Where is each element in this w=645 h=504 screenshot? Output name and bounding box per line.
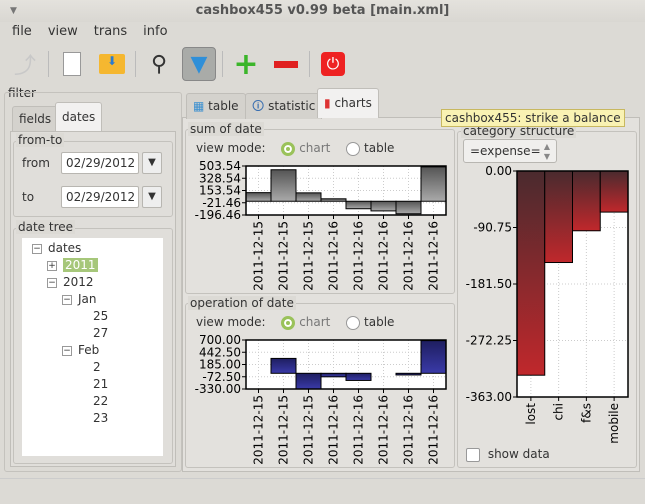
operation-bar	[345, 372, 372, 381]
y-tick-label: -330.00	[195, 382, 241, 396]
y-tick-label: -363.00	[466, 390, 512, 404]
x-tick-label: 2011-12-15	[302, 221, 316, 291]
operation-bar	[295, 372, 322, 390]
sum-bar	[270, 169, 297, 202]
operation-bar	[320, 372, 347, 378]
status-bar	[0, 478, 645, 504]
x-tick-label: 2011-12-16	[327, 221, 341, 291]
tooltip: cashbox455: strike a balance	[441, 109, 625, 127]
x-tick-label: 2011-12-15	[302, 395, 316, 465]
x-tick-label: mobile	[607, 403, 621, 444]
x-tick-label: f&s	[579, 403, 593, 423]
operation-bar	[395, 372, 422, 376]
x-tick-label: 2011-12-15	[277, 395, 291, 465]
sum-bar	[320, 198, 347, 202]
y-tick-label: -196.46	[195, 208, 241, 222]
sum-bar	[245, 192, 272, 202]
x-tick-label: 2011-12-15	[252, 395, 266, 465]
sum-bar	[370, 200, 397, 212]
x-tick-label: 2011-12-16	[427, 395, 441, 465]
x-tick-label: 2011-12-15	[252, 221, 266, 291]
sum-bar	[420, 166, 447, 202]
x-tick-label: 2011-12-16	[327, 395, 341, 465]
x-tick-label: 2011-12-16	[352, 395, 366, 465]
x-tick-label: 2011-12-16	[352, 221, 366, 291]
x-tick-label: 2011-12-15	[277, 221, 291, 291]
y-tick-label: 0.00	[485, 164, 512, 178]
category-bar	[544, 170, 573, 264]
x-tick-label: 2011-12-16	[402, 221, 416, 291]
x-tick-label: 2011-12-16	[402, 395, 416, 465]
sum-bar	[345, 200, 372, 210]
category-bar	[572, 170, 601, 232]
category-bar	[516, 170, 546, 376]
y-tick-label: -90.75	[473, 221, 512, 235]
x-tick-label: lost	[524, 403, 538, 425]
y-tick-label: -272.25	[466, 334, 512, 348]
operation-bar	[270, 357, 297, 374]
x-tick-label: 2011-12-16	[377, 221, 391, 291]
sum-bar	[395, 200, 422, 215]
charts-canvas: 503.54328.54153.54-21.46-196.462011-12-1…	[195, 159, 629, 465]
sum-bar	[295, 192, 322, 202]
category-bar	[599, 170, 629, 213]
x-tick-label: chi	[552, 403, 566, 421]
operation-bar	[420, 340, 447, 374]
x-tick-label: 2011-12-16	[427, 221, 441, 291]
x-tick-label: 2011-12-16	[377, 395, 391, 465]
y-tick-label: -181.50	[466, 277, 512, 291]
